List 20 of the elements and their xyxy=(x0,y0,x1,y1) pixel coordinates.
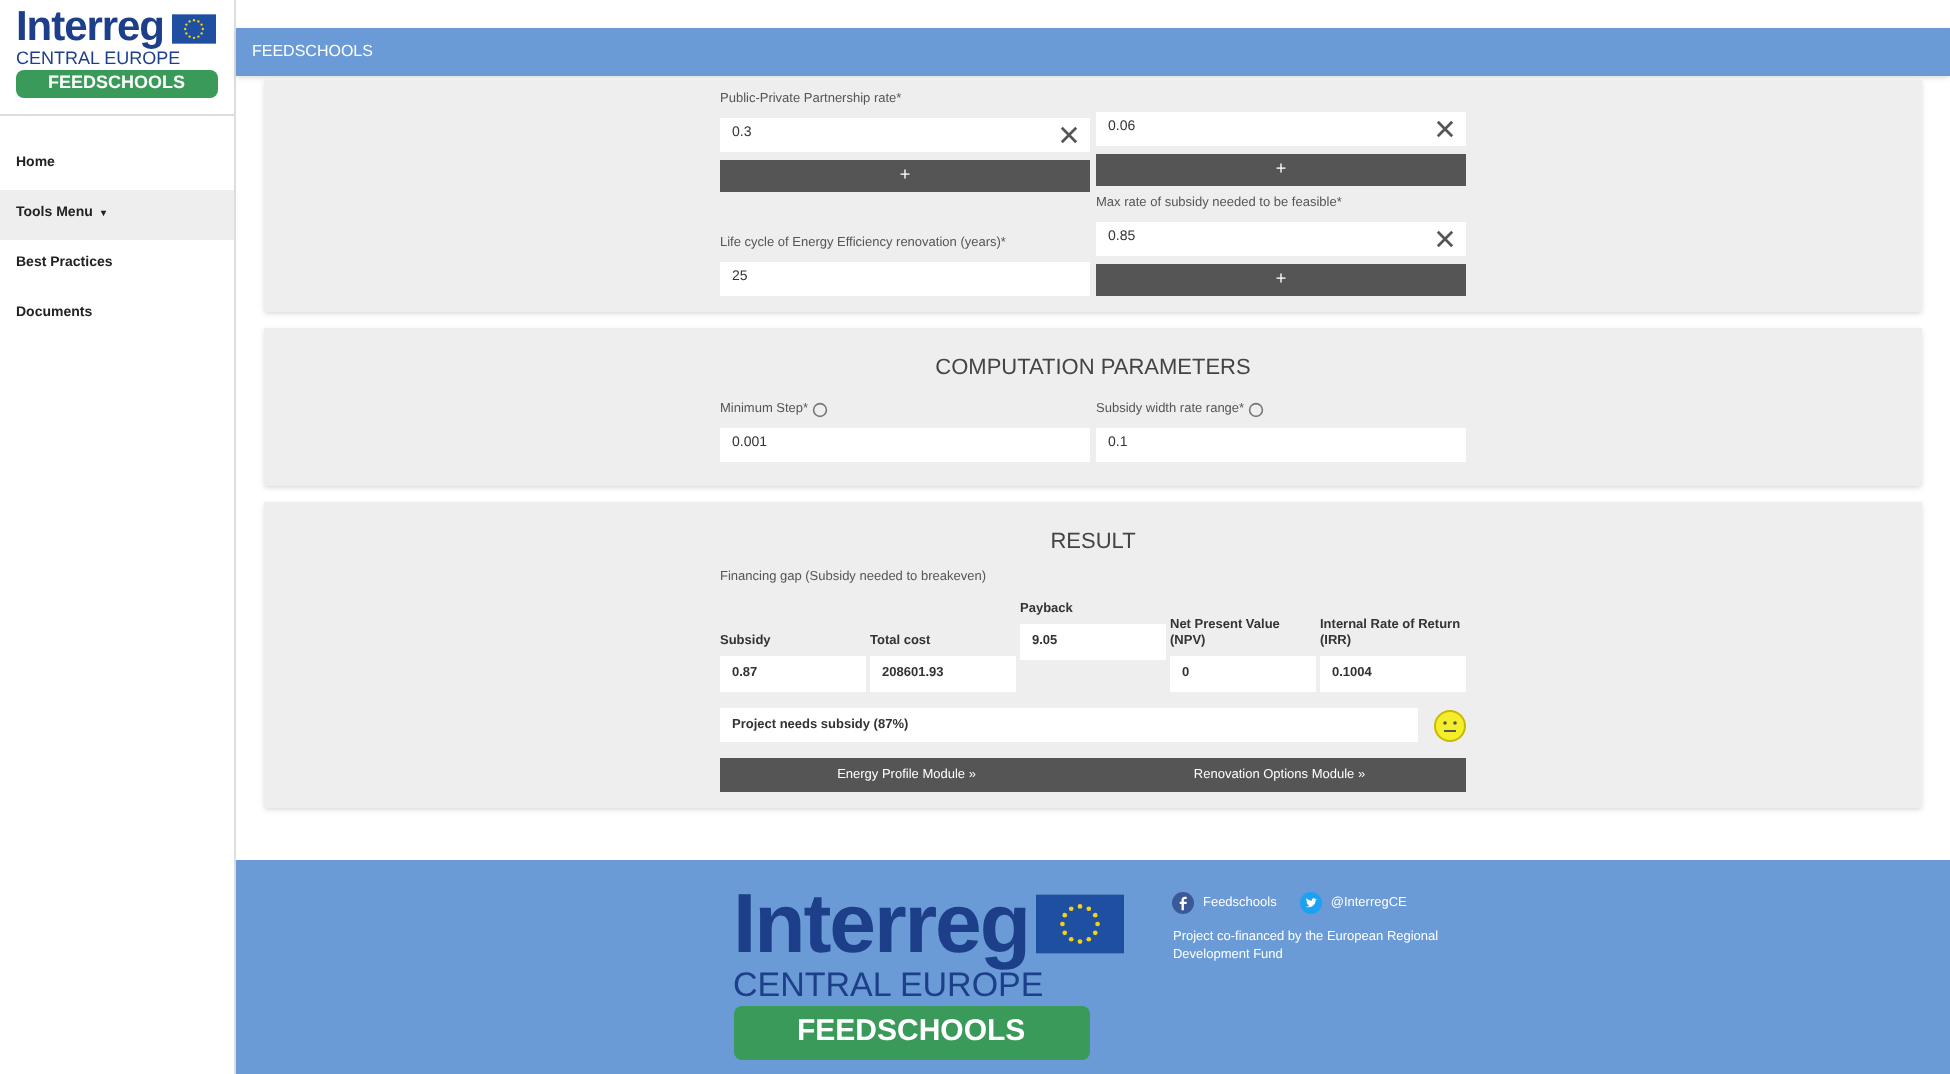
region-logo-text: CENTRAL EUROPE xyxy=(16,48,181,71)
header-title: FEEDSCHOOLS xyxy=(252,40,373,64)
brand-logo-text: Interreg xyxy=(16,8,164,48)
add-button[interactable]: + xyxy=(1096,263,1466,296)
help-icon[interactable] xyxy=(812,402,829,419)
add-button[interactable]: + xyxy=(720,159,1090,192)
clear-icon[interactable] xyxy=(1060,125,1078,144)
eu-flag-icon xyxy=(1036,894,1125,954)
clear-icon[interactable] xyxy=(1436,229,1454,248)
project-logo-banner: FEEDSCHOOLS xyxy=(733,1006,1090,1060)
help-icon[interactable] xyxy=(1248,402,1265,419)
section-title: COMPUTATION PARAMETERS xyxy=(935,353,1251,384)
bird-icon xyxy=(1300,892,1323,914)
clear-icon[interactable] xyxy=(1436,120,1454,138)
add-button[interactable]: + xyxy=(1096,154,1466,186)
eu-flag-icon xyxy=(172,13,216,43)
facebook-icon xyxy=(1172,892,1195,914)
section-title: RESULT xyxy=(1050,528,1136,558)
project-logo-banner: FEEDSCHOOLS xyxy=(16,70,218,98)
neutral-face-icon xyxy=(1434,709,1466,742)
